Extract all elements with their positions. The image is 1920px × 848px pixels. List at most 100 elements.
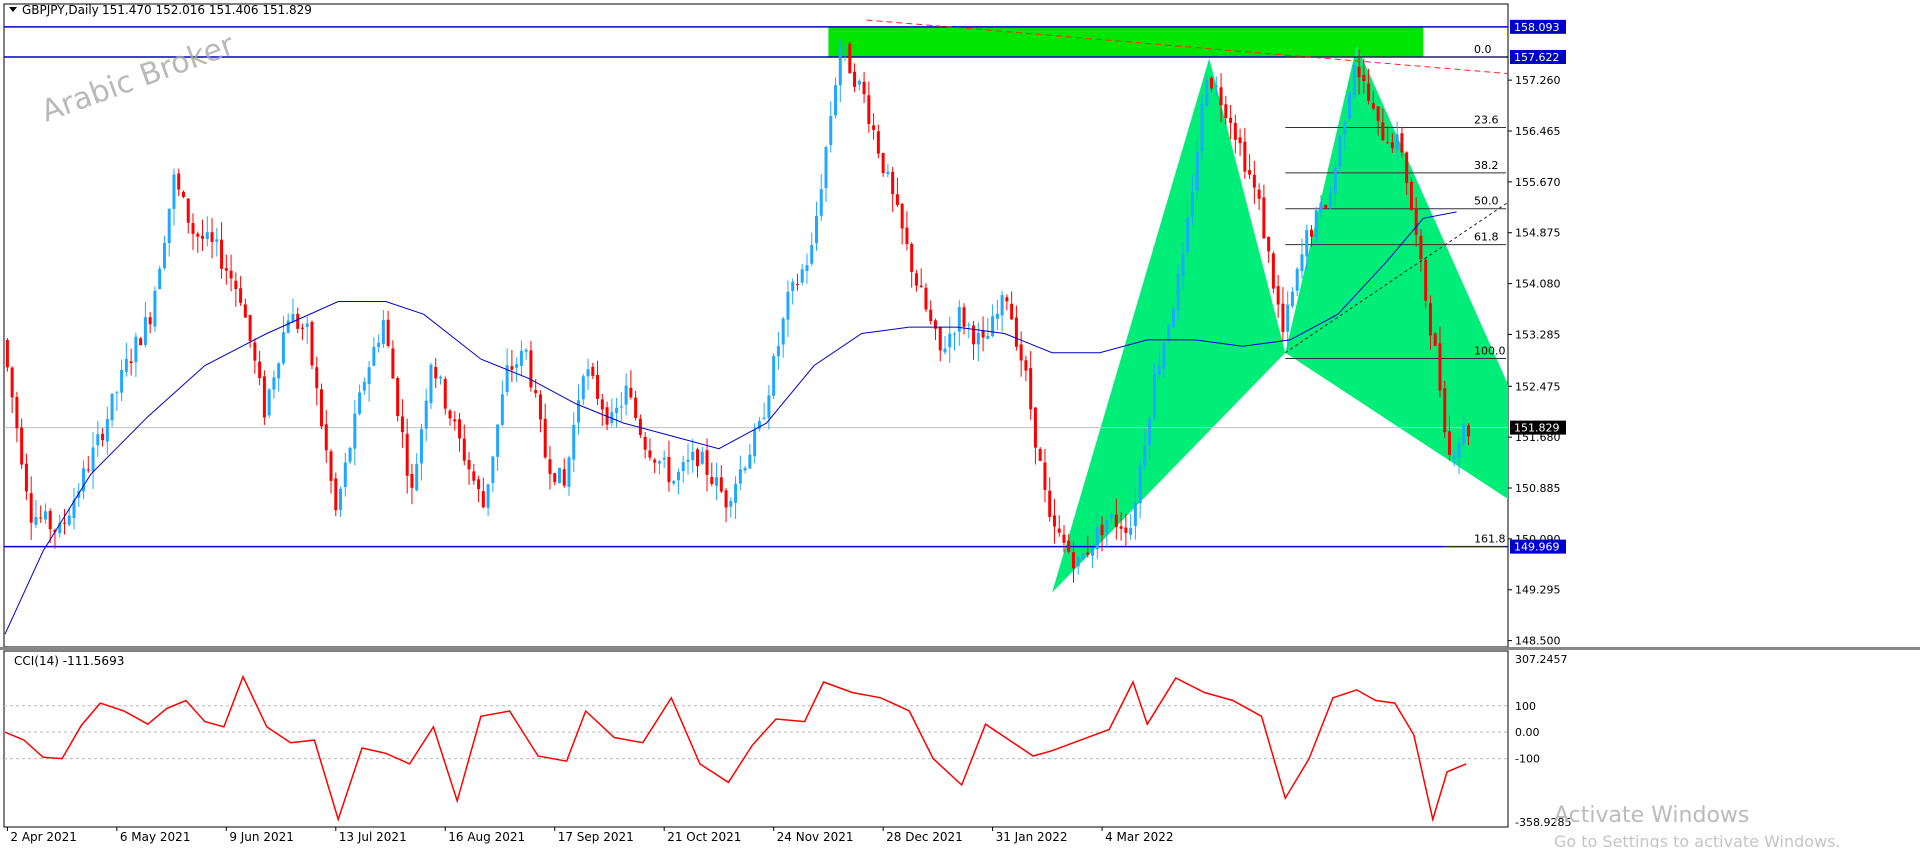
fib-label-0.0: 0.0	[1474, 43, 1492, 56]
candle-body	[1005, 297, 1009, 302]
candle-body	[634, 397, 638, 418]
candle-body	[943, 348, 947, 353]
candle-body	[1329, 192, 1333, 207]
price-axis: 157.260 156.465 155.670 154.875 154.080 153.2…	[1508, 74, 1561, 648]
candle-body	[1309, 229, 1313, 237]
candle-body	[1452, 456, 1456, 458]
candle-body	[1029, 368, 1033, 410]
candle-body	[496, 424, 500, 457]
candle-body	[43, 511, 47, 520]
candle-body	[667, 457, 671, 483]
candle-body	[814, 216, 818, 244]
candle-body	[800, 269, 804, 283]
candle-body	[400, 416, 404, 433]
candle-body	[1210, 77, 1214, 89]
candle-body	[248, 315, 252, 341]
candle-body	[710, 477, 714, 484]
candle-body	[1400, 133, 1404, 153]
candle-body	[738, 469, 742, 484]
candle-body	[1433, 333, 1437, 346]
candle-body	[1133, 502, 1137, 526]
candle-body	[320, 389, 324, 427]
candle-body	[486, 484, 490, 508]
candle-body	[962, 307, 966, 327]
candle-body	[1348, 92, 1352, 120]
candle-body	[305, 323, 309, 327]
candle-body	[419, 429, 423, 464]
candle-body	[39, 517, 43, 519]
candle-body	[224, 268, 228, 271]
candle-body	[300, 327, 304, 329]
candle-body	[843, 46, 847, 48]
candle-body	[1138, 465, 1142, 504]
candle-body	[1457, 443, 1461, 458]
candle-body	[1295, 268, 1299, 291]
candle-body	[1091, 548, 1095, 556]
candle-body	[1367, 83, 1371, 102]
cci-panel-frame	[3, 650, 1509, 828]
candle-body	[296, 313, 300, 329]
candle-body	[1129, 528, 1133, 535]
candle-body	[1014, 317, 1018, 347]
candle-body	[1024, 360, 1028, 371]
candle-body	[724, 490, 728, 508]
candle-body	[729, 500, 733, 507]
candle-body	[1243, 141, 1247, 172]
candle-body	[543, 418, 547, 458]
candle-body	[134, 336, 138, 363]
candle-body	[139, 338, 143, 346]
candle-body	[1176, 274, 1180, 311]
candle-body	[1281, 303, 1285, 332]
activate-windows-title: Activate Windows	[1554, 803, 1749, 828]
candle-body	[1076, 557, 1080, 567]
candle-body	[24, 463, 28, 492]
candle-body	[1357, 66, 1361, 78]
candle-body	[229, 270, 233, 279]
candle-body	[848, 43, 852, 74]
cci-title: CCI(14) -111.5693	[14, 654, 124, 668]
candle-body	[696, 449, 700, 467]
candle-body	[358, 392, 362, 414]
cci-tick-label: 100	[1515, 700, 1536, 713]
candle-body	[648, 450, 652, 458]
candle-body	[15, 396, 19, 429]
candle-body	[1062, 534, 1066, 543]
candle-body	[1067, 540, 1071, 552]
candle-body	[1252, 174, 1256, 188]
candle-body	[1390, 142, 1394, 149]
candle-body	[524, 349, 528, 352]
candle-body	[681, 462, 685, 471]
candle-body	[462, 438, 466, 461]
candle-body	[905, 227, 909, 245]
candle-body	[458, 419, 462, 439]
candle-body	[67, 515, 71, 525]
candle-body	[624, 385, 628, 405]
candle-body	[1167, 325, 1171, 342]
candle-body	[1319, 202, 1323, 213]
candle-body	[919, 285, 923, 288]
price-tick-label: 148.500	[1515, 635, 1561, 648]
candle-body	[781, 318, 785, 345]
candle-body	[767, 395, 771, 418]
candle-body	[748, 454, 752, 469]
candle-body	[1043, 462, 1047, 490]
candle-body	[795, 284, 799, 286]
fib-label-100.0: 100.0	[1474, 344, 1506, 357]
candle-body	[153, 290, 157, 327]
time-tick-label: 28 Dec 2021	[886, 830, 963, 844]
candle-body	[1300, 254, 1304, 272]
candle-body	[1286, 304, 1290, 332]
candle-body	[1205, 79, 1209, 106]
candle-body	[1105, 519, 1109, 533]
price-tick-label: 157.260	[1515, 74, 1561, 87]
candle-body	[1110, 514, 1114, 518]
candle-body	[786, 291, 790, 320]
cci-tick-label: -100	[1515, 753, 1540, 766]
candle-body	[434, 367, 438, 379]
candle-body	[1276, 286, 1280, 305]
time-tick-label: 9 Jun 2021	[229, 830, 294, 844]
candle-body	[1324, 204, 1328, 209]
candle-body	[62, 522, 66, 524]
candle-body	[424, 400, 428, 429]
candle-body	[1267, 236, 1271, 252]
